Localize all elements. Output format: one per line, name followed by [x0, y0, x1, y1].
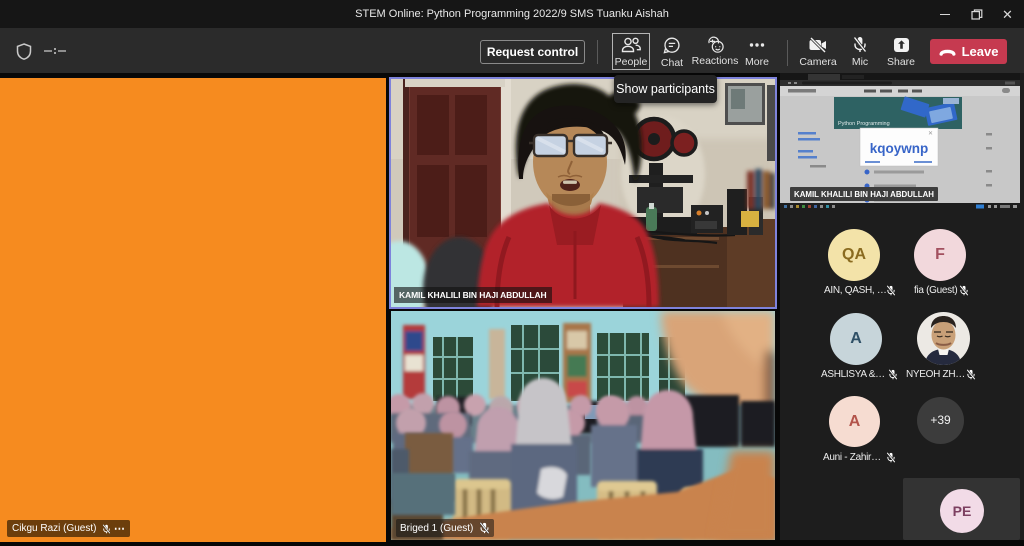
svg-text:KAMIL KHALILI BIN HAJI ABDULLA: KAMIL KHALILI BIN HAJI ABDULLAH	[794, 189, 934, 199]
svg-text:kqoywnp: kqoywnp	[870, 141, 929, 156]
svg-text:Python Programming: Python Programming	[838, 121, 890, 127]
svg-text:✕: ✕	[928, 131, 933, 137]
